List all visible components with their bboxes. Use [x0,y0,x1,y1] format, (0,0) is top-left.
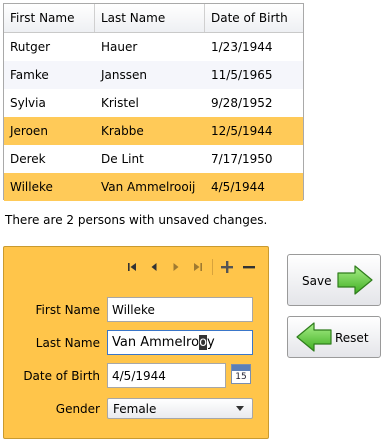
column-header-first-name[interactable]: First Name [4,4,95,32]
last-name-label: Last Name [35,336,100,350]
record-navigator [121,259,260,275]
delete-record-icon[interactable] [238,259,260,275]
cell-first-name: Willeke [10,180,53,194]
cell-date-of-birth: 1/23/1944 [211,40,273,54]
save-button[interactable]: Save [287,254,381,306]
cell-date-of-birth: 9/28/1952 [211,96,273,110]
last-name-text-after-selection: y [207,335,215,350]
table-row[interactable]: Derek De Lint 7/17/1950 [4,145,303,173]
column-header-date-of-birth[interactable]: Date of Birth [205,4,303,32]
first-name-field[interactable]: Willeke [107,297,253,322]
reset-button[interactable]: Reset [287,316,381,358]
first-name-label: First Name [35,303,100,317]
gender-select[interactable]: Female [107,398,253,419]
unsaved-changes-status: There are 2 persons with unsaved changes… [5,213,268,227]
date-of-birth-label: Date of Birth [23,369,100,383]
last-name-text-before-selection: Van Ammelro [112,335,200,350]
calendar-icon[interactable]: 15 [231,364,251,384]
cell-last-name: Van Ammelrooij [101,180,196,194]
arrow-left-icon [296,322,332,352]
arrow-right-icon [337,265,373,295]
cell-date-of-birth: 4/5/1944 [211,180,265,194]
last-name-field[interactable]: Van Ammelro o y [107,330,253,355]
cell-date-of-birth: 7/17/1950 [211,152,273,166]
cell-date-of-birth: 11/5/1965 [211,68,273,82]
next-record-icon[interactable] [165,259,187,275]
cell-first-name: Rutger [10,40,51,54]
persons-grid[interactable]: First Name Last Name Date of Birth Rutge… [3,3,304,201]
gender-label: Gender [55,402,100,416]
person-data-form: First Name Willeke Last Name Van Ammelro… [3,246,269,439]
table-row-unsaved[interactable]: Jeroen Krabbe 12/5/1944 [4,117,303,145]
column-header-last-name[interactable]: Last Name [95,4,205,32]
table-row-unsaved-selected[interactable]: Willeke Van Ammelrooij 4/5/1944 [4,173,303,201]
cell-date-of-birth: 12/5/1944 [211,124,273,138]
save-button-label: Save [302,274,332,288]
reset-button-label: Reset [335,331,369,345]
grid-header: First Name Last Name Date of Birth [4,4,303,33]
gender-selected-value: Female [113,401,157,416]
table-row[interactable]: Rutger Hauer 1/23/1944 [4,33,303,61]
cell-last-name: Hauer [101,40,138,54]
last-record-icon[interactable] [187,259,209,275]
cell-first-name: Famke [10,68,49,82]
date-of-birth-field[interactable]: 4/5/1944 [107,363,226,388]
first-record-icon[interactable] [121,259,143,275]
cell-last-name: Krabbe [101,124,144,138]
last-name-text-selection: o [199,335,208,350]
table-row[interactable]: Sylvia Kristel 9/28/1952 [4,89,303,117]
add-record-icon[interactable] [216,259,238,275]
navigator-separator [212,259,213,275]
previous-record-icon[interactable] [143,259,165,275]
cell-first-name: Sylvia [10,96,46,110]
cell-last-name: Kristel [101,96,139,110]
calendar-icon-day: 15 [235,372,247,382]
cell-last-name: De Lint [101,152,144,166]
table-row[interactable]: Famke Janssen 11/5/1965 [4,61,303,89]
chevron-down-icon [236,406,244,411]
cell-first-name: Derek [10,152,46,166]
cell-first-name: Jeroen [10,124,48,138]
cell-last-name: Janssen [101,68,147,82]
